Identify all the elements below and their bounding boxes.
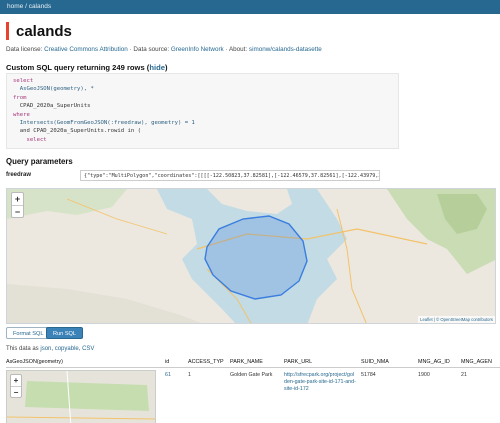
freedraw-polygon[interactable]	[204, 215, 308, 300]
export-links: This data as json, copyable, CSV	[6, 346, 95, 352]
run-sql-button[interactable]: Run SQL	[46, 327, 84, 339]
mini-map-tiles	[7, 371, 155, 423]
map-tiles	[7, 189, 495, 323]
cell-mng-ag-id: 1900	[418, 372, 430, 378]
cell-park-url: http://sfrecpark.org/project/golden-gate…	[284, 372, 356, 392]
about-link[interactable]: simonw/calands-datasette	[249, 46, 322, 53]
license-prefix: Data license:	[6, 46, 45, 53]
format-sql-button[interactable]: Format SQL	[6, 327, 51, 339]
page-title: calands	[16, 22, 72, 40]
sql-editor[interactable]: select AsGeoJSON(geometry), * from CPAD_…	[6, 73, 399, 149]
json-link[interactable]: json	[40, 346, 51, 352]
cell-suid-nma: 51784	[361, 372, 376, 378]
sql-line: and CPAD_2020a_SuperUnits.rowid in (	[13, 128, 141, 135]
sql-line: from	[13, 94, 27, 101]
title-accent-bar	[6, 22, 9, 40]
map-zoom-control: + −	[11, 192, 24, 218]
sql-line: Intersects(GeomFromGeoJSON(:freedraw), g…	[13, 120, 195, 127]
column-header[interactable]: PARK_URL	[284, 359, 312, 365]
cell-park-name: Golden Gate Park	[230, 372, 273, 378]
richmond-area	[207, 189, 292, 214]
sql-line: select	[13, 136, 47, 143]
top-nav-bar: home / calands	[0, 0, 500, 14]
hide-sql-link[interactable]: hide	[149, 63, 165, 72]
zoom-out-button[interactable]: −	[12, 205, 23, 217]
sql-heading-text: Custom SQL query returning 249 rows	[6, 63, 145, 72]
sql-line: AsGeoJSON(geometry), *	[13, 86, 94, 93]
copyable-link[interactable]: copyable	[55, 346, 79, 352]
column-header[interactable]: MNG_AGEN	[461, 359, 492, 365]
park-url-link[interactable]: http://sfrecpark.org/project/golden-gate…	[284, 372, 356, 392]
params-heading: Query parameters	[6, 157, 73, 166]
sql-line: where	[13, 111, 30, 118]
column-header[interactable]: SUID_NMA	[361, 359, 389, 365]
cell-access-typ: 1	[188, 372, 191, 378]
freedraw-label: freedraw	[6, 172, 32, 178]
license-line: Data license: Creative Commons Attributi…	[6, 46, 322, 53]
home-link[interactable]: home	[7, 3, 23, 10]
results-table: AsGeoJSON(geometry) id ACCESS_TYP PARK_N…	[6, 357, 500, 423]
freedraw-input[interactable]: {"type":"MultiPolygon","coordinates":[[[…	[80, 170, 380, 181]
mini-map-zoom-control: + −	[10, 374, 22, 398]
source-link[interactable]: GreenInfo Network	[171, 46, 224, 53]
table-header: AsGeoJSON(geometry) id ACCESS_TYP PARK_N…	[6, 357, 500, 368]
cell-mng-agen: 21	[461, 372, 467, 378]
leaflet-link[interactable]: Leaflet	[420, 317, 433, 322]
sql-line: CPAD_2020a_SuperUnits	[13, 103, 91, 110]
geometry-mini-map[interactable]: + −	[6, 370, 156, 423]
row-id-link[interactable]: 61	[165, 372, 171, 378]
table-row: + − 61 1 Golden Gate Park http://sfrecpa…	[6, 369, 500, 423]
export-prefix: This data as	[6, 346, 41, 352]
license-link[interactable]: Creative Commons Attribution	[44, 46, 128, 53]
column-header[interactable]: ACCESS_TYP	[188, 359, 224, 365]
breadcrumb-current[interactable]: calands	[29, 3, 51, 10]
about-prefix: · About:	[223, 46, 249, 53]
column-header[interactable]: id	[165, 359, 169, 365]
osm-attribution: | © OpenStreetMap contributors	[432, 317, 493, 322]
zoom-out-button[interactable]: −	[11, 386, 21, 397]
csv-link[interactable]: CSV	[82, 346, 94, 352]
cell-id: 61	[165, 372, 171, 379]
sql-line: select	[13, 78, 34, 84]
sql-heading: Custom SQL query returning 249 rows (hid…	[6, 63, 168, 72]
column-header[interactable]: AsGeoJSON(geometry)	[6, 359, 63, 365]
zoom-in-button[interactable]: +	[12, 193, 23, 205]
source-prefix: · Data source:	[127, 46, 171, 53]
page-header: calands	[6, 21, 72, 41]
park-polygon	[25, 381, 149, 411]
column-header[interactable]: MNG_AG_ID	[418, 359, 450, 365]
map-attribution: Leaflet | © OpenStreetMap contributors	[418, 316, 495, 323]
zoom-in-button[interactable]: +	[11, 375, 21, 386]
column-header[interactable]: PARK_NAME	[230, 359, 263, 365]
freedraw-map[interactable]: + − Leaflet | © OpenStreetMap contributo…	[6, 188, 496, 324]
